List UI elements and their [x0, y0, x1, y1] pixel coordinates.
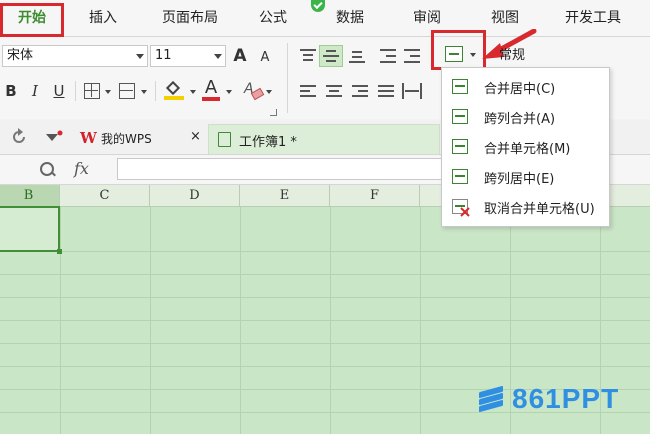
menu-item-label: 合并单元格(M): [484, 142, 571, 157]
toolbar-separator: [155, 81, 156, 101]
refresh-icon[interactable]: [10, 128, 28, 146]
increase-indent-icon[interactable]: [404, 49, 420, 63]
align-center-icon[interactable]: [326, 85, 342, 99]
align-top-icon[interactable]: [300, 49, 316, 63]
tab-page-layout[interactable]: 页面布局: [152, 6, 228, 30]
chevron-down-icon[interactable]: [105, 90, 111, 94]
tab-insert[interactable]: 插入: [80, 6, 126, 30]
italic-button[interactable]: I: [28, 80, 42, 102]
font-color-button[interactable]: A: [203, 77, 219, 99]
merge-center-icon: [452, 79, 468, 94]
align-bottom-icon[interactable]: [349, 49, 365, 63]
cell-style-icon[interactable]: [119, 83, 135, 99]
align-left-icon[interactable]: [300, 85, 316, 99]
border-icon[interactable]: [84, 83, 100, 99]
justify-icon[interactable]: [378, 85, 394, 99]
dialog-launcher-icon[interactable]: [270, 109, 277, 116]
merge-cells-button[interactable]: [437, 44, 479, 66]
merge-across-icon: [452, 109, 468, 124]
tab-formulas[interactable]: 公式: [250, 6, 296, 30]
center-across-icon: [452, 169, 468, 184]
merge-dropdown-menu: 合并居中(C) 跨列合并(A) 合并单元格(M) 跨列居中(E) 取消合并单元格…: [441, 67, 610, 227]
chevron-down-icon[interactable]: [190, 90, 196, 94]
ribbon-tab-bar: 开始 插入 页面布局 公式 数据 审阅 视图 开发工具: [0, 0, 650, 37]
status-check-icon: [311, 0, 325, 12]
font-name-value: 宋体: [7, 48, 34, 63]
chevron-down-icon: [136, 54, 144, 59]
align-middle-button[interactable]: [319, 45, 343, 67]
menu-item-center-across[interactable]: 跨列居中(E): [442, 162, 609, 192]
tab-review[interactable]: 审阅: [404, 6, 450, 30]
grid-line: [0, 274, 650, 275]
selected-cell[interactable]: [0, 206, 62, 254]
grid-line: [0, 366, 650, 367]
column-header-e[interactable]: E: [240, 185, 330, 207]
toolbar-separator: [75, 81, 76, 101]
fill-color-icon[interactable]: [164, 80, 184, 101]
underline-button[interactable]: U: [52, 80, 66, 102]
font-color-bar: [202, 97, 220, 101]
grid-line: [0, 251, 650, 252]
menu-item-label: 合并居中(C): [484, 82, 556, 97]
menu-item-label: 跨列居中(E): [484, 172, 555, 187]
align-right-icon[interactable]: [352, 85, 368, 99]
watermark-text: 861PPT: [512, 383, 620, 414]
formula-input[interactable]: [117, 158, 457, 180]
close-icon[interactable]: ×: [190, 129, 201, 144]
align-middle-icon: [323, 49, 339, 63]
wps-logo: W: [80, 129, 97, 147]
clear-format-icon[interactable]: A: [244, 81, 265, 101]
font-name-select[interactable]: 宋体: [2, 45, 148, 67]
chevron-down-icon: [214, 54, 222, 59]
tab-workbook[interactable]: 工作簿1 *: [208, 124, 440, 154]
font-size-select[interactable]: 11: [150, 45, 226, 67]
grid-line: [0, 297, 650, 298]
grid-line: [0, 320, 650, 321]
tab-data[interactable]: 数据: [327, 6, 373, 30]
chevron-down-icon[interactable]: [266, 90, 272, 94]
font-size-value: 11: [155, 48, 172, 63]
chevron-down-icon[interactable]: [226, 90, 232, 94]
column-header-d[interactable]: D: [150, 185, 240, 207]
column-header-c[interactable]: C: [60, 185, 150, 207]
watermark-layers-icon: [479, 385, 503, 413]
menu-item-label: 跨列合并(A): [484, 112, 556, 127]
search-icon[interactable]: [40, 162, 54, 176]
merge-cells-icon: [445, 46, 463, 62]
toolbar-separator: [287, 43, 288, 113]
spreadsheet-file-icon: [218, 132, 231, 147]
insert-function-button[interactable]: fx: [74, 159, 89, 178]
grid-line: [0, 343, 650, 344]
menu-item-merge-center[interactable]: 合并居中(C): [442, 72, 609, 102]
distributed-align-icon[interactable]: [402, 83, 422, 99]
menu-item-label: 取消合并单元格(U): [484, 202, 595, 217]
tab-my-wps[interactable]: 我的WPS: [101, 130, 152, 147]
tab-developer[interactable]: 开发工具: [555, 6, 631, 30]
tab-home[interactable]: 开始: [4, 6, 60, 30]
pin-menu-icon[interactable]: [44, 130, 64, 144]
menu-item-unmerge-cells[interactable]: 取消合并单元格(U): [442, 192, 609, 222]
grow-font-button[interactable]: A: [232, 45, 248, 67]
column-header-f[interactable]: F: [330, 185, 420, 207]
workbook-tab-label: 工作簿1 *: [239, 135, 297, 150]
decrease-indent-icon[interactable]: [380, 49, 396, 63]
shrink-font-button[interactable]: A: [258, 47, 272, 69]
tab-view[interactable]: 视图: [482, 6, 528, 30]
chevron-down-icon[interactable]: [141, 90, 147, 94]
menu-item-merge-cells[interactable]: 合并单元格(M): [442, 132, 609, 162]
column-header-b[interactable]: B: [0, 185, 60, 207]
merge-cells-icon: [452, 139, 468, 154]
red-x-icon: [460, 207, 470, 217]
number-format-select[interactable]: 常规: [499, 45, 525, 67]
bold-button[interactable]: B: [4, 80, 18, 102]
menu-item-merge-across[interactable]: 跨列合并(A): [442, 102, 609, 132]
